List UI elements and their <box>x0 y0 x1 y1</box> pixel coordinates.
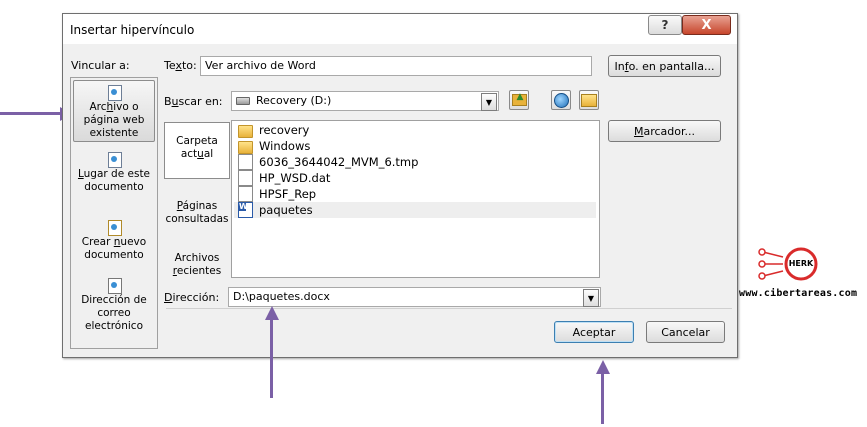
drive-icon <box>236 97 250 105</box>
text-label: Texto: <box>164 59 197 72</box>
list-item[interactable]: HP_WSD.dat <box>234 170 596 186</box>
place-in-document-icon <box>106 151 122 168</box>
browse-file-button[interactable] <box>579 90 599 110</box>
insert-hyperlink-dialog: Insertar hipervínculo ? X Vincular a: Te… <box>62 13 738 358</box>
bookmark-button[interactable]: Marcador... <box>608 120 721 142</box>
existing-file-icon <box>106 84 122 101</box>
globe-search-icon <box>553 92 569 108</box>
pointer-arrow-address <box>264 306 280 398</box>
site-url: www.cibertareas.com <box>739 288 858 299</box>
list-item-selected[interactable]: paquetes <box>234 202 596 218</box>
address-input[interactable]: D:\paquetes.docx ▼ <box>228 287 601 307</box>
link-to-panel: Archivo o página web existente Lugar de … <box>70 77 158 349</box>
screen-tip-button[interactable]: In f o. en pantalla... <box>608 55 721 77</box>
open-folder-icon <box>581 93 597 107</box>
file-icon <box>238 170 253 186</box>
browse-web-button[interactable] <box>551 90 571 110</box>
up-one-folder-button[interactable]: ▲ <box>509 90 529 110</box>
chevron-down-icon[interactable]: ▼ <box>583 289 599 307</box>
list-item[interactable]: recovery <box>234 122 596 138</box>
tab-browsed-pages[interactable]: Páginas consultadas <box>164 200 230 226</box>
link-email-address[interactable]: Dirección de correo electrónico <box>73 277 155 333</box>
close-button[interactable]: X <box>682 15 731 35</box>
email-icon <box>106 277 122 294</box>
folder-view-tabs: Carpeta actual Páginas consultadas Archi… <box>164 120 231 278</box>
divider <box>166 308 732 309</box>
look-in-label: Buscar en: <box>164 95 223 108</box>
cancel-button[interactable]: Cancelar <box>646 321 725 343</box>
link-new-document[interactable]: Crear nuevo documento <box>73 219 155 262</box>
cibertareas-logo: HERK <box>757 245 823 285</box>
link-place-in-document[interactable]: Lugar de este documento <box>73 151 155 194</box>
file-icon <box>238 186 253 202</box>
logo-text: HERK <box>788 259 814 268</box>
title-bar: Insertar hipervínculo ? X <box>63 14 737 44</box>
folder-icon <box>238 140 253 154</box>
list-item[interactable]: HPSF_Rep <box>234 186 596 202</box>
link-to-label: Vincular a: <box>71 59 130 72</box>
address-label: Dirección: <box>164 291 220 304</box>
list-item[interactable]: Windows <box>234 138 596 154</box>
tab-recent-files[interactable]: Archivos recientes <box>164 252 230 278</box>
link-existing-file[interactable]: Archivo o página web existente <box>73 80 155 142</box>
tab-current-folder[interactable]: Carpeta actual <box>164 122 230 179</box>
list-item[interactable]: 6036_3644042_MVM_6.tmp <box>234 154 596 170</box>
folder-icon <box>238 124 253 138</box>
text-to-display-input[interactable]: Ver archivo de Word <box>200 56 592 76</box>
chevron-down-icon[interactable]: ▼ <box>481 93 497 111</box>
word-document-icon <box>238 202 253 218</box>
look-in-select[interactable]: Recovery (D:) ▼ <box>231 91 499 111</box>
pointer-arrow-accept <box>595 360 611 424</box>
folder-up-icon: ▲ <box>511 92 527 106</box>
file-list[interactable]: recovery Windows 6036_3644042_MVM_6.tmp … <box>231 120 600 278</box>
file-icon <box>238 154 253 170</box>
dialog-title: Insertar hipervínculo <box>70 23 195 37</box>
help-button[interactable]: ? <box>648 15 682 35</box>
ok-button[interactable]: Aceptar <box>554 321 634 343</box>
new-document-icon <box>106 219 122 236</box>
